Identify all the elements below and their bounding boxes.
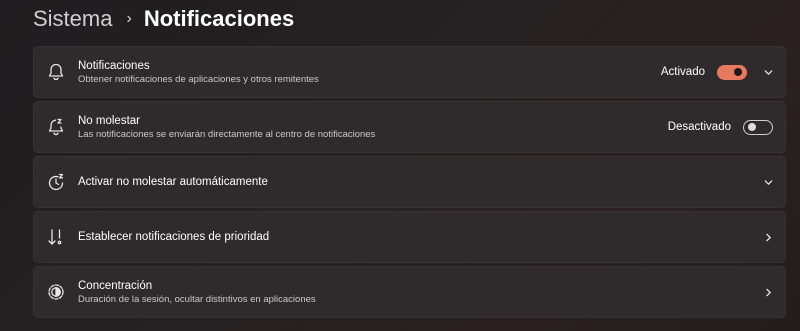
breadcrumb: Sistema › Notificaciones [33, 4, 294, 34]
auto-do-not-disturb-text: Activar no molestar automáticamente [78, 175, 268, 189]
focus-setting-card[interactable]: Concentración Duración de la sesión, ocu… [33, 266, 786, 318]
priority-notifications-title: Establecer notificaciones de prioridad [78, 231, 270, 243]
chevron-down-icon[interactable] [761, 175, 775, 189]
do-not-disturb-title: No molestar [78, 114, 140, 127]
do-not-disturb-controls: Desactivado [667, 119, 775, 135]
do-not-disturb-state-label: Desactivado [667, 121, 731, 133]
do-not-disturb-subtitle: Las notificaciones se enviarán directame… [78, 128, 376, 140]
bell-snooze-icon [45, 116, 67, 138]
auto-do-not-disturb-card[interactable]: Activar no molestar automáticamente [33, 156, 786, 208]
notifications-setting-card[interactable]: Notificaciones Obtener notificaciones de… [33, 46, 786, 98]
do-not-disturb-setting-card[interactable]: No molestar Las notificaciones se enviar… [33, 101, 786, 153]
breadcrumb-separator: › [126, 10, 132, 27]
priority-notifications-card[interactable]: Establecer notificaciones de prioridad [33, 211, 786, 263]
toggle-knob [748, 123, 756, 131]
notifications-controls: Activado [660, 64, 775, 80]
page-title: Notificaciones [143, 6, 295, 31]
do-not-disturb-toggle[interactable] [743, 119, 773, 135]
focus-text: Concentración Duración de la sesión, ocu… [78, 279, 316, 306]
priority-notifications-controls [761, 230, 775, 244]
bell-icon [45, 61, 67, 83]
notifications-title: Notificaciones [78, 59, 150, 72]
focus-subtitle: Duración de la sesión, ocultar distintiv… [78, 293, 316, 305]
auto-do-not-disturb-controls [761, 175, 775, 189]
toggle-knob [734, 68, 742, 76]
clock-snooze-icon [45, 171, 67, 193]
priority-sort-icon [45, 226, 67, 248]
notifications-subtitle: Obtener notificaciones de aplicaciones y… [78, 73, 319, 85]
focus-controls [761, 285, 775, 299]
focus-title: Concentración [78, 279, 153, 292]
notifications-state-label: Activado [660, 66, 705, 78]
notifications-text: Notificaciones Obtener notificaciones de… [78, 59, 319, 86]
notifications-toggle[interactable] [717, 64, 747, 80]
chevron-right-icon[interactable] [761, 285, 775, 299]
breadcrumb-parent-link[interactable]: Sistema [33, 4, 112, 34]
chevron-right-icon[interactable] [761, 230, 775, 244]
auto-do-not-disturb-title: Activar no molestar automáticamente [78, 176, 268, 188]
do-not-disturb-text: No molestar Las notificaciones se enviar… [78, 114, 375, 141]
priority-notifications-text: Establecer notificaciones de prioridad [78, 230, 269, 244]
focus-icon [45, 281, 67, 303]
chevron-down-icon[interactable] [761, 65, 775, 79]
